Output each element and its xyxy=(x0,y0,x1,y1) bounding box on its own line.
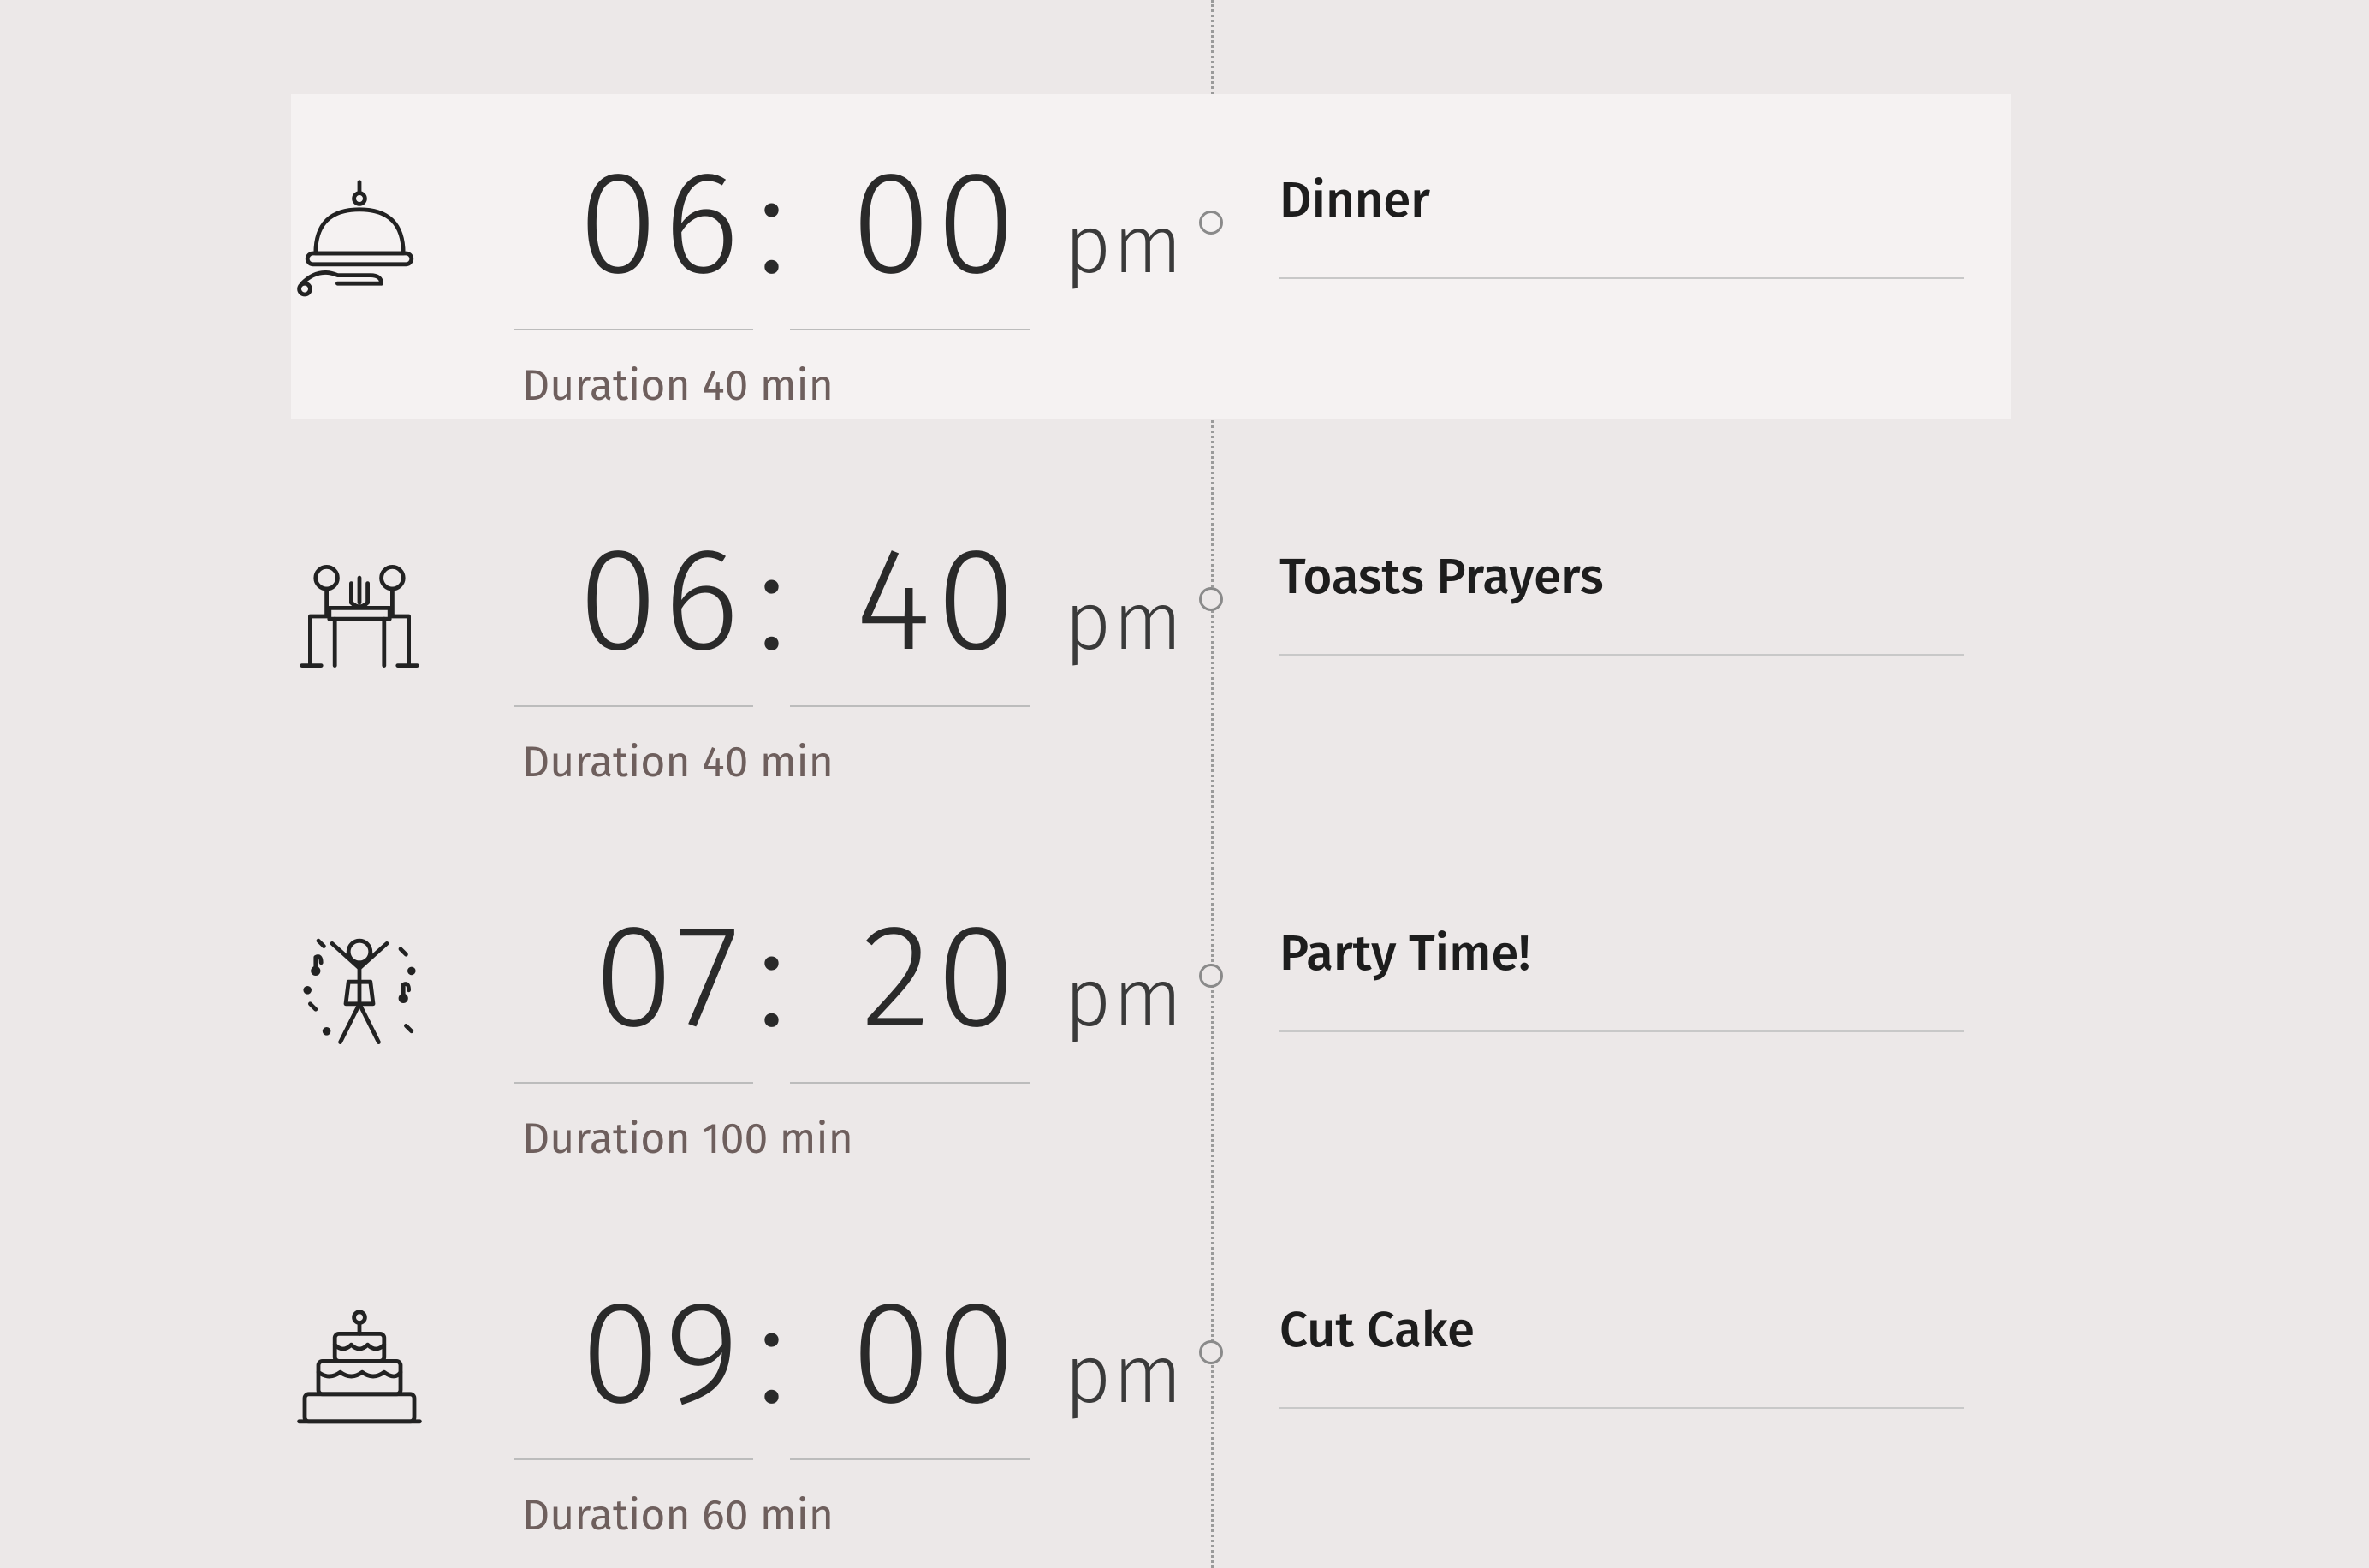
timeline-marker xyxy=(1194,205,1228,240)
event-duration: Duration 40 min xyxy=(514,737,1215,788)
event-card[interactable]: 07 : 20 pm Duration 100 min Party Time! xyxy=(291,847,2011,1173)
event-duration: Duration 100 min xyxy=(514,1114,1215,1165)
event-title[interactable]: Dinner xyxy=(1279,171,1964,279)
party-dance-icon xyxy=(291,873,514,1061)
time-colon: : xyxy=(753,890,790,1065)
event-time-ampm[interactable]: pm xyxy=(1064,950,1184,1048)
event-time-minutes[interactable]: 00 xyxy=(790,1267,1030,1460)
event-time-ampm[interactable]: pm xyxy=(1064,573,1184,671)
time-colon: : xyxy=(753,137,790,312)
schedule-page: 06 : 00 pm Duration 40 min Dinner xyxy=(0,0,2369,1568)
event-time-hours[interactable]: 09 xyxy=(514,1267,753,1460)
event-time-minutes[interactable]: 20 xyxy=(790,890,1030,1084)
event-time[interactable]: 06 : 00 pm Duration 40 min xyxy=(514,120,1215,412)
event-time-ampm[interactable]: pm xyxy=(1064,197,1184,294)
event-time[interactable]: 09 : 00 pm Duration 60 min xyxy=(514,1250,1215,1541)
dinner-service-icon xyxy=(291,120,514,308)
event-card[interactable]: 06 : 40 pm Duration 40 min Toasts Prayer… xyxy=(291,471,2011,796)
event-duration: Duration 60 min xyxy=(514,1490,1215,1541)
event-card[interactable]: 09 : 00 pm Duration 60 min Cut Cake xyxy=(291,1224,2011,1549)
event-time-hours[interactable]: 06 xyxy=(514,137,753,330)
event-time[interactable]: 07 : 20 pm Duration 100 min xyxy=(514,873,1215,1165)
event-time-hours[interactable]: 07 xyxy=(514,890,753,1084)
timeline-marker xyxy=(1194,582,1228,616)
time-colon: : xyxy=(753,514,790,688)
event-time-hours[interactable]: 06 xyxy=(514,514,753,707)
event-time-minutes[interactable]: 40 xyxy=(790,514,1030,707)
event-time[interactable]: 06 : 40 pm Duration 40 min xyxy=(514,496,1215,788)
event-card[interactable]: 06 : 00 pm Duration 40 min Dinner xyxy=(291,94,2011,419)
wedding-cake-icon xyxy=(291,1250,514,1438)
timeline-marker xyxy=(1194,959,1228,993)
time-colon: : xyxy=(753,1267,790,1441)
event-time-ampm[interactable]: pm xyxy=(1064,1327,1184,1424)
timeline-marker xyxy=(1194,1335,1228,1369)
event-title[interactable]: Toasts Prayers xyxy=(1279,548,1964,656)
toast-table-icon xyxy=(291,496,514,685)
event-title[interactable]: Cut Cake xyxy=(1279,1301,1964,1409)
event-title[interactable]: Party Time! xyxy=(1279,924,1964,1032)
event-duration: Duration 40 min xyxy=(514,360,1215,412)
event-time-minutes[interactable]: 00 xyxy=(790,137,1030,330)
